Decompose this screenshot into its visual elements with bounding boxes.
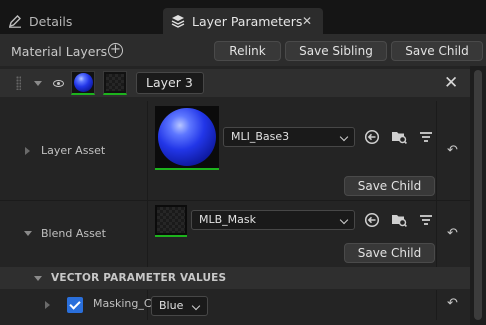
reset-to-default-icon[interactable]: ↶	[447, 143, 458, 158]
filter-icon[interactable]	[418, 129, 434, 145]
chevron-down-icon	[339, 215, 349, 225]
use-selected-asset-icon[interactable]	[364, 212, 380, 228]
blend-asset-label-cell: Blend Asset	[0, 201, 148, 267]
material-layers-toolbar: Material Layers + Relink Save Sibling Sa…	[0, 34, 486, 66]
collapse-arrow-icon[interactable]	[24, 231, 32, 236]
blend-asset-value: MLB_Mask	[199, 213, 256, 226]
reset-to-default-icon[interactable]: ↶	[447, 296, 458, 311]
layer-asset-value: MLI_Base3	[231, 130, 290, 143]
parameter-channel-value: Blue	[159, 299, 184, 312]
layer-asset-dropdown[interactable]: MLI_Base3	[223, 127, 355, 147]
tab-details-label: Details	[29, 13, 73, 29]
material-layers-title: Material Layers	[11, 44, 108, 59]
drag-handle-icon[interactable]	[16, 76, 21, 90]
parameter-name-label: Masking_C	[93, 297, 152, 310]
material-sphere-preview	[158, 108, 216, 166]
material-sphere-preview	[74, 73, 93, 92]
blend-asset-label: Blend Asset	[41, 227, 106, 240]
layer-thumbnail[interactable]	[71, 71, 95, 95]
layer-asset-save-child-button[interactable]: Save Child	[344, 176, 435, 196]
blend-asset-row: Blend Asset MLB_Mask Save Child ↶	[0, 201, 470, 267]
close-icon[interactable]: ✕	[302, 14, 312, 28]
tab-layer-parameters[interactable]: Layer Parameters ✕	[163, 8, 323, 34]
blend-asset-reset-cell: ↶	[436, 201, 470, 267]
layer-parameters-panel: Material Layers + Relink Save Sibling Sa…	[0, 34, 486, 325]
layer-asset-label: Layer Asset	[41, 144, 106, 157]
collapse-arrow-icon[interactable]	[34, 276, 42, 281]
parameter-reset-cell: ↶	[436, 290, 470, 320]
blend-asset-dropdown[interactable]: MLB_Mask	[191, 210, 355, 230]
chevron-down-icon	[191, 301, 201, 311]
save-sibling-button[interactable]: Save Sibling	[285, 41, 387, 61]
layer-header-row: Layer 3 ✕	[0, 69, 486, 97]
layer-asset-label-cell: Layer Asset	[0, 101, 148, 200]
parameter-channel-dropdown[interactable]: Blue	[151, 296, 208, 316]
expand-arrow-icon[interactable]	[45, 301, 50, 309]
add-layer-icon[interactable]: +	[108, 43, 123, 58]
tab-layer-parameters-label: Layer Parameters	[192, 13, 303, 29]
relink-button[interactable]: Relink	[214, 41, 281, 61]
parameter-enabled-checkbox[interactable]	[67, 297, 83, 313]
save-child-button[interactable]: Save Child	[391, 41, 483, 61]
blend-preview	[157, 207, 185, 233]
panel-scrollbar[interactable]	[470, 66, 486, 325]
vector-parameter-section-header[interactable]: VECTOR PARAMETER VALUES	[0, 267, 470, 289]
visibility-eye-icon[interactable]	[53, 80, 64, 87]
scrollbar-thumb[interactable]	[474, 70, 482, 320]
tab-details[interactable]: Details	[0, 8, 163, 34]
layers-icon	[171, 14, 185, 28]
collapse-arrow-icon[interactable]	[34, 81, 42, 86]
blend-thumbnail[interactable]	[103, 71, 127, 95]
remove-layer-icon[interactable]: ✕	[444, 73, 458, 93]
layer-name-field[interactable]: Layer 3	[136, 72, 204, 94]
browse-folder-icon[interactable]	[391, 129, 407, 145]
reset-to-default-icon[interactable]: ↶	[447, 226, 458, 241]
expand-arrow-icon[interactable]	[25, 147, 30, 155]
layer-asset-reset-cell: ↶	[436, 101, 470, 200]
tab-bar: Details Layer Parameters ✕	[0, 0, 486, 34]
vector-parameter-section-label: VECTOR PARAMETER VALUES	[51, 272, 227, 284]
browse-folder-icon[interactable]	[391, 212, 407, 228]
chevron-down-icon	[339, 132, 349, 142]
layer-asset-thumbnail[interactable]	[155, 106, 219, 170]
blend-asset-thumbnail[interactable]	[155, 205, 187, 237]
pencil-icon	[8, 14, 22, 28]
use-selected-asset-icon[interactable]	[364, 129, 380, 145]
blend-preview	[106, 74, 124, 91]
filter-icon[interactable]	[418, 212, 434, 228]
layer-asset-row: Layer Asset MLI_Base3 Save Child ↶	[0, 101, 470, 200]
blend-asset-save-child-button[interactable]: Save Child	[344, 243, 435, 263]
